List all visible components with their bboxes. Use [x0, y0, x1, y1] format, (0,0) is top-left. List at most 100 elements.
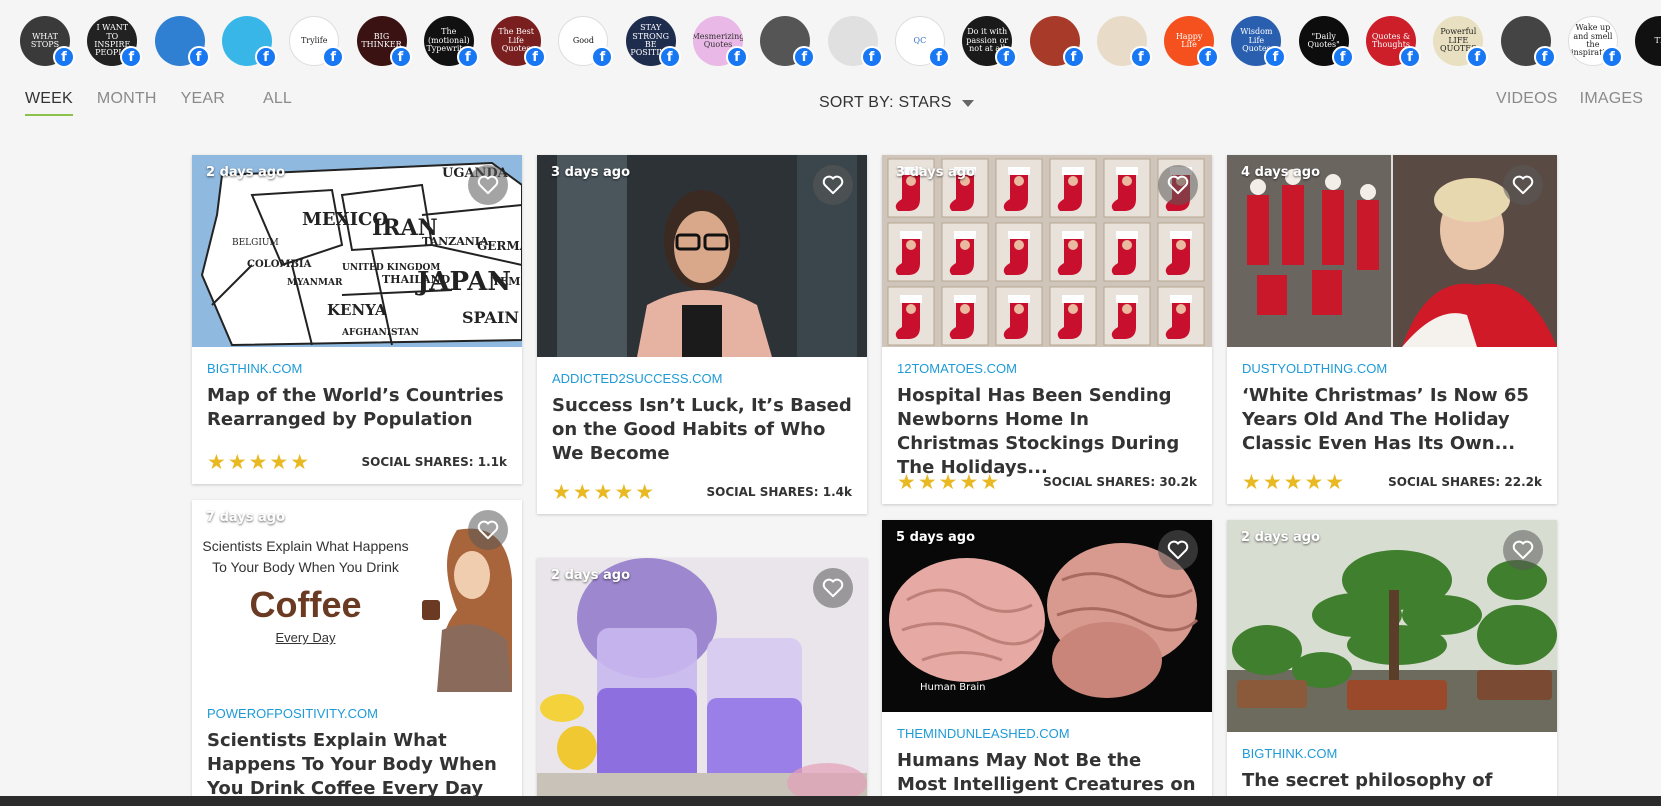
social-shares: SOCIAL SHARES: 22.2k	[1388, 475, 1542, 489]
svg-text:MYANMAR: MYANMAR	[287, 278, 343, 288]
card-title[interactable]: Hospital Has Been Sending Newborns Home …	[897, 384, 1197, 480]
post-age: 5 days ago	[896, 530, 975, 545]
sort-label: SORT BY: STARS	[819, 94, 952, 111]
tab-week[interactable]: WEEK	[25, 90, 73, 116]
card-title[interactable]: Map of the World’s Countries Rearranged …	[207, 384, 507, 432]
feed-card[interactable]: 3 days ago 12TOMATOES.COM Hospital Has B…	[882, 155, 1212, 504]
post-age: 7 days ago	[206, 510, 285, 525]
facebook-icon: f	[1197, 46, 1220, 68]
tab-year[interactable]: YEAR	[181, 90, 225, 116]
svg-text:AFGHANISTAN: AFGHANISTAN	[341, 328, 419, 338]
type-filter-tabs: VIDEOS IMAGES A	[1496, 90, 1661, 114]
card-thumbnail[interactable]: 4 days ago	[1227, 155, 1557, 347]
facebook-icon: f	[1466, 46, 1489, 68]
star-rating: ★★★★★	[1242, 470, 1347, 494]
favorite-heart-icon[interactable]	[468, 165, 508, 205]
facebook-icon: f	[591, 46, 614, 68]
tab-all[interactable]: ALL	[263, 90, 292, 116]
tab-videos[interactable]: VIDEOS	[1496, 90, 1558, 114]
chevron-down-icon	[961, 99, 974, 107]
facebook-icon: f	[860, 46, 883, 68]
card-meta: ★★★★★ SOCIAL SHARES: 1.1k	[192, 450, 522, 474]
feed-card[interactable]: Scientists Explain What Happens To Your …	[192, 500, 522, 806]
card-thumbnail[interactable]: 3 days ago	[537, 155, 867, 357]
post-age: 2 days ago	[1241, 530, 1320, 545]
facebook-icon: f	[254, 46, 277, 68]
feed-card[interactable]: 4 days ago DUSTYOLDTHING.COM ‘White Chri…	[1227, 155, 1557, 504]
facebook-icon: f	[187, 46, 210, 68]
facebook-icon: f	[995, 46, 1018, 68]
facebook-icon: f	[322, 46, 345, 68]
source-avatar[interactable]: TR	[1635, 16, 1661, 66]
favorite-heart-icon[interactable]	[1158, 165, 1198, 205]
svg-text:YEMEN: YEMEN	[491, 275, 522, 288]
card-meta: ★★★★★ SOCIAL SHARES: 30.2k	[882, 470, 1212, 494]
card-meta: ★★★★★ SOCIAL SHARES: 22.2k	[1227, 470, 1557, 494]
svg-text:BELGIUM: BELGIUM	[232, 238, 279, 248]
facebook-icon: f	[1264, 46, 1287, 68]
facebook-icon: f	[1129, 46, 1152, 68]
card-source-link[interactable]: BIGTHINK.COM	[207, 361, 507, 376]
card-meta: ★★★★★ SOCIAL SHARES: 1.4k	[537, 480, 867, 504]
tab-images[interactable]: IMAGES	[1580, 90, 1643, 114]
star-rating: ★★★★★	[552, 480, 657, 504]
facebook-icon: f	[1533, 46, 1556, 68]
favorite-heart-icon[interactable]	[1503, 530, 1543, 570]
favorite-heart-icon[interactable]	[1503, 165, 1543, 205]
card-source-link[interactable]: THEMINDUNLEASHED.COM	[897, 726, 1197, 741]
facebook-icon: f	[456, 46, 479, 68]
star-rating: ★★★★★	[897, 470, 1002, 494]
card-thumbnail[interactable]: 2 days ago	[537, 558, 867, 806]
feed-card[interactable]: 2 days ago	[537, 558, 867, 806]
card-thumbnail[interactable]: 3 days ago	[882, 155, 1212, 347]
card-thumbnail[interactable]: 2 days ago	[1227, 520, 1557, 732]
card-thumbnail[interactable]: Scientists Explain What Happens To Your …	[192, 500, 522, 692]
facebook-icon: f	[524, 46, 547, 68]
facebook-icon: f	[389, 46, 412, 68]
facebook-icon: f	[1062, 46, 1085, 68]
card-source-link[interactable]: DUSTYOLDTHING.COM	[1242, 361, 1542, 376]
card-thumbnail[interactable]: UGANDA MEXICO IRAN TANZANIA GERMANY BELG…	[192, 155, 522, 347]
svg-text:Human Brain: Human Brain	[920, 682, 985, 693]
woman-drinking-coffee-illustration	[422, 528, 512, 692]
card-source-link[interactable]: POWEROFPOSITIVITY.COM	[207, 706, 507, 721]
card-source-link[interactable]: 12TOMATOES.COM	[897, 361, 1197, 376]
tab-month[interactable]: MONTH	[97, 90, 157, 116]
svg-text:COLOMBIA: COLOMBIA	[247, 259, 312, 270]
post-age: 3 days ago	[551, 165, 630, 180]
card-thumbnail[interactable]: Human Brain 5 days ago	[882, 520, 1212, 712]
card-source-link[interactable]: ADDICTED2SUCCESS.COM	[552, 371, 852, 386]
feed-card[interactable]: Human Brain 5 days ago THEMINDUNLEASHED.…	[882, 520, 1212, 806]
os-taskbar	[0, 796, 1661, 806]
favorite-heart-icon[interactable]	[813, 165, 853, 205]
facebook-icon: f	[1399, 46, 1421, 68]
facebook-icon: f	[1600, 46, 1623, 68]
facebook-icon: f	[726, 46, 748, 68]
social-shares: SOCIAL SHARES: 1.1k	[361, 455, 508, 469]
favorite-heart-icon[interactable]	[1158, 530, 1198, 570]
sort-dropdown[interactable]: SORT BY: STARS	[819, 94, 974, 112]
facebook-icon: f	[120, 46, 143, 68]
svg-text:SPAIN: SPAIN	[462, 308, 519, 327]
feed-card[interactable]: UGANDA MEXICO IRAN TANZANIA GERMANY BELG…	[192, 155, 522, 484]
favorite-heart-icon[interactable]	[468, 510, 508, 550]
post-age: 2 days ago	[551, 568, 630, 583]
source-avatar-strip: WHAT STOPS f I WANT TO INSPIRE PEOPLE f f f Tr…	[0, 0, 1661, 80]
facebook-icon: f	[53, 46, 75, 68]
feed-card[interactable]: 3 days ago ADDICTED2SUCCESS.COM Success …	[537, 155, 867, 514]
facebook-icon: f	[793, 46, 816, 68]
time-filter-tabs: WEEK MONTH YEAR ALL	[25, 90, 316, 116]
feed-card[interactable]: 2 days ago BIGTHINK.COM The secret philo…	[1227, 520, 1557, 806]
social-shares: SOCIAL SHARES: 30.2k	[1043, 475, 1197, 489]
facebook-icon: f	[927, 46, 950, 68]
post-age: 2 days ago	[206, 165, 285, 180]
favorite-heart-icon[interactable]	[813, 568, 853, 608]
facebook-icon: f	[658, 46, 681, 68]
post-age: 4 days ago	[1241, 165, 1320, 180]
card-title[interactable]: Scientists Explain What Happens To Your …	[207, 729, 507, 801]
card-title[interactable]: Success Isn’t Luck, It’s Based on the Go…	[552, 394, 852, 466]
card-title[interactable]: ‘White Christmas’ Is Now 65 Years Old An…	[1242, 384, 1542, 456]
card-source-link[interactable]: BIGTHINK.COM	[1242, 746, 1542, 761]
coffee-infographic-text: Scientists Explain What Happens To Your …	[202, 538, 409, 645]
star-rating: ★★★★★	[207, 450, 312, 474]
